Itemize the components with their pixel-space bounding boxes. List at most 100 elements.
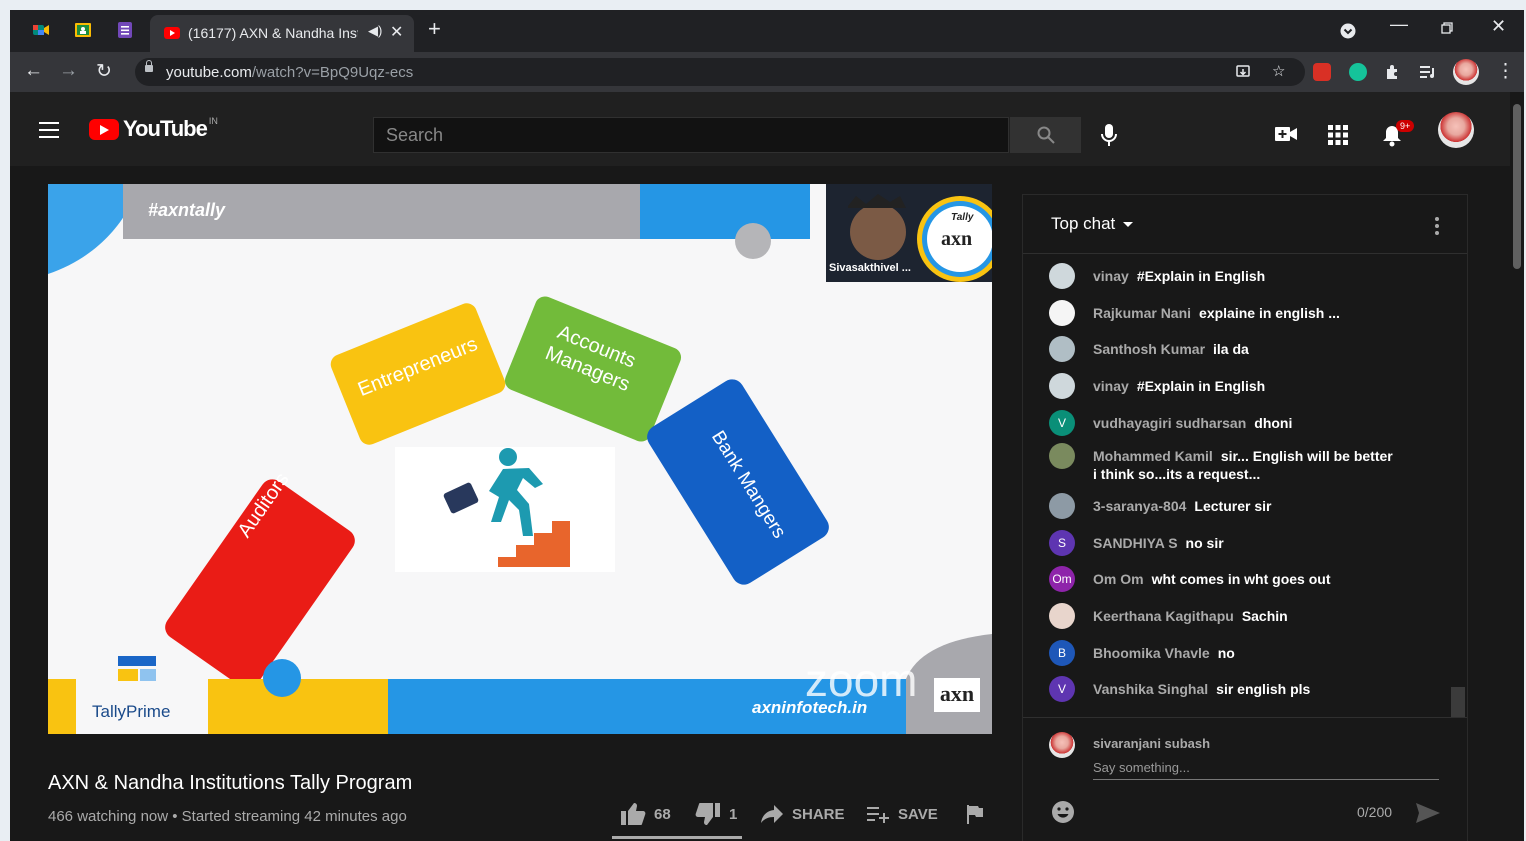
video-player[interactable]: #axntally Auditors Entrepreneurs Account…: [48, 184, 992, 734]
dislike-button[interactable]: 1: [695, 802, 737, 826]
chat-avatar[interactable]: V: [1049, 676, 1075, 702]
chat-author[interactable]: Mohammed Kamil: [1093, 448, 1213, 464]
apps-grid-icon[interactable]: [1328, 125, 1348, 145]
microphone-icon[interactable]: [1100, 123, 1118, 147]
restore-icon[interactable]: [1441, 22, 1453, 34]
chat-message: Om Om Om wht comes in wht goes out: [1049, 566, 1393, 592]
chat-author[interactable]: SANDHIYA S: [1093, 535, 1178, 551]
grammarly-extension-icon[interactable]: [1349, 63, 1367, 81]
chat-input[interactable]: Say something...: [1093, 760, 1439, 780]
chat-avatar[interactable]: B: [1049, 640, 1075, 666]
youtube-header: YouTube IN 9+: [10, 92, 1510, 166]
back-icon[interactable]: ←: [24, 60, 43, 82]
emoji-icon[interactable]: [1051, 800, 1075, 824]
top-chat-dropdown[interactable]: Top chat: [1051, 214, 1133, 234]
search-button[interactable]: [1010, 117, 1081, 153]
pinned-tab-2[interactable]: [72, 19, 94, 41]
chat-text: #Explain in English: [1136, 378, 1266, 394]
chat-text: no sir: [1185, 535, 1224, 551]
account-avatar[interactable]: [1438, 112, 1474, 148]
profile-avatar[interactable]: [1453, 59, 1479, 85]
speaker-icon[interactable]: ◀): [368, 23, 382, 39]
classroom-icon: [75, 23, 91, 37]
chat-message: Vvudhayagiri sudharsan dhoni: [1049, 410, 1393, 436]
chat-avatar[interactable]: [1049, 263, 1075, 289]
chat-avatar[interactable]: Om: [1049, 566, 1075, 592]
chat-author[interactable]: Rajkumar Nani: [1093, 305, 1191, 321]
chat-avatar[interactable]: [1049, 493, 1075, 519]
youtube-logo[interactable]: YouTube IN: [89, 116, 218, 142]
chat-message-body: SANDHIYA S no sir: [1093, 534, 1393, 552]
chat-text: sir english pls: [1216, 681, 1311, 697]
tab-youtube[interactable]: (16177) AXN & Nandha Instit ◀) ✕: [150, 15, 414, 52]
chat-scrollbar[interactable]: [1451, 687, 1465, 717]
chat-author[interactable]: vinay: [1093, 378, 1129, 394]
chat-avatar[interactable]: S: [1049, 530, 1075, 556]
tally-logo-text: Tally: [951, 212, 974, 223]
chat-messages: vinay #Explain in English Rajkumar Nani exp…: [1023, 255, 1467, 717]
reload-icon[interactable]: ↻: [96, 60, 112, 83]
search-box[interactable]: [373, 117, 1009, 153]
my-avatar: [1049, 732, 1075, 758]
chat-author[interactable]: vudhayagiri sudharsan: [1093, 415, 1246, 431]
create-video-icon[interactable]: [1274, 125, 1298, 143]
chat-avatar[interactable]: V: [1049, 410, 1075, 436]
chat-message-body: Rajkumar Nani explaine in english ...: [1093, 304, 1393, 322]
chat-message-body: Bhoomika Vhavle no: [1093, 644, 1393, 662]
chat-author[interactable]: Bhoomika Vhavle: [1093, 645, 1210, 661]
pinned-tab-3[interactable]: [114, 19, 136, 41]
tab-title: (16177) AXN & Nandha Instit: [188, 25, 358, 41]
report-flag-icon[interactable]: [966, 804, 984, 824]
chat-author[interactable]: Vanshika Singhal: [1093, 681, 1208, 697]
save-button[interactable]: SAVE: [866, 802, 938, 826]
url-text[interactable]: youtube.com/watch?v=BpQ9Uqz-ecs: [166, 64, 413, 81]
chat-text: no: [1217, 645, 1235, 661]
like-count: 68: [654, 805, 671, 823]
pdf-extension-icon[interactable]: [1313, 63, 1331, 81]
chat-text: Sachin: [1241, 608, 1288, 624]
lock-icon: [145, 60, 153, 72]
chat-avatar[interactable]: [1049, 603, 1075, 629]
chat-message-body: vinay #Explain in English: [1093, 377, 1393, 395]
chat-avatar[interactable]: [1049, 443, 1075, 469]
chat-message-body: Santhosh Kumar ila da: [1093, 340, 1393, 358]
chat-message: B Bhoomika Vhavle no: [1049, 640, 1393, 666]
search-input[interactable]: [374, 118, 1008, 152]
chat-message-body: vinay #Explain in English: [1093, 267, 1393, 285]
forward-icon[interactable]: →: [59, 60, 78, 82]
tab-search-icon[interactable]: [1340, 23, 1356, 39]
chat-author[interactable]: vinay: [1093, 268, 1129, 284]
country-code: IN: [208, 116, 218, 126]
menu-kebab-icon[interactable]: ⋮: [1496, 60, 1515, 83]
install-app-icon[interactable]: [1235, 64, 1251, 80]
chat-author[interactable]: Keerthana Kagithapu: [1093, 608, 1234, 624]
page-scrollbar[interactable]: [1510, 92, 1524, 841]
chat-author[interactable]: 3-saranya-804: [1093, 498, 1186, 514]
omnibox[interactable]: youtube.com/watch?v=BpQ9Uqz-ecs ☆: [135, 58, 1305, 86]
like-button[interactable]: 68: [620, 802, 671, 826]
hamburger-menu-icon[interactable]: [39, 122, 59, 143]
chat-menu-icon[interactable]: [1435, 217, 1439, 238]
meet-icon: [33, 25, 49, 35]
minimize-icon[interactable]: —: [1390, 14, 1408, 35]
notification-badge: 9+: [1396, 120, 1415, 132]
browser-window: (16177) AXN & Nandha Instit ◀) ✕ + — ✕ ←…: [10, 10, 1524, 841]
chat-author[interactable]: Om Om: [1093, 571, 1144, 587]
media-queue-icon[interactable]: [1419, 64, 1437, 80]
tallyprime-logo: TallyPrime: [92, 702, 171, 721]
pinned-tab-1[interactable]: [30, 19, 52, 41]
chat-message: Mohammed Kamil sir... English will be bet…: [1049, 443, 1393, 483]
chat-avatar[interactable]: [1049, 300, 1075, 326]
tab-close-icon[interactable]: ✕: [390, 22, 403, 42]
chat-author[interactable]: Santhosh Kumar: [1093, 341, 1205, 357]
bookmark-star-icon[interactable]: ☆: [1272, 62, 1285, 80]
page-scrollbar-thumb[interactable]: [1513, 104, 1521, 269]
share-button[interactable]: SHARE: [760, 802, 845, 826]
slide-hashtag: #axntally: [148, 200, 226, 220]
send-icon[interactable]: [1415, 802, 1441, 824]
chat-avatar[interactable]: [1049, 373, 1075, 399]
extensions-puzzle-icon[interactable]: [1384, 63, 1402, 81]
new-tab-button[interactable]: +: [428, 16, 441, 42]
chat-avatar[interactable]: [1049, 336, 1075, 362]
close-icon[interactable]: ✕: [1491, 16, 1506, 37]
